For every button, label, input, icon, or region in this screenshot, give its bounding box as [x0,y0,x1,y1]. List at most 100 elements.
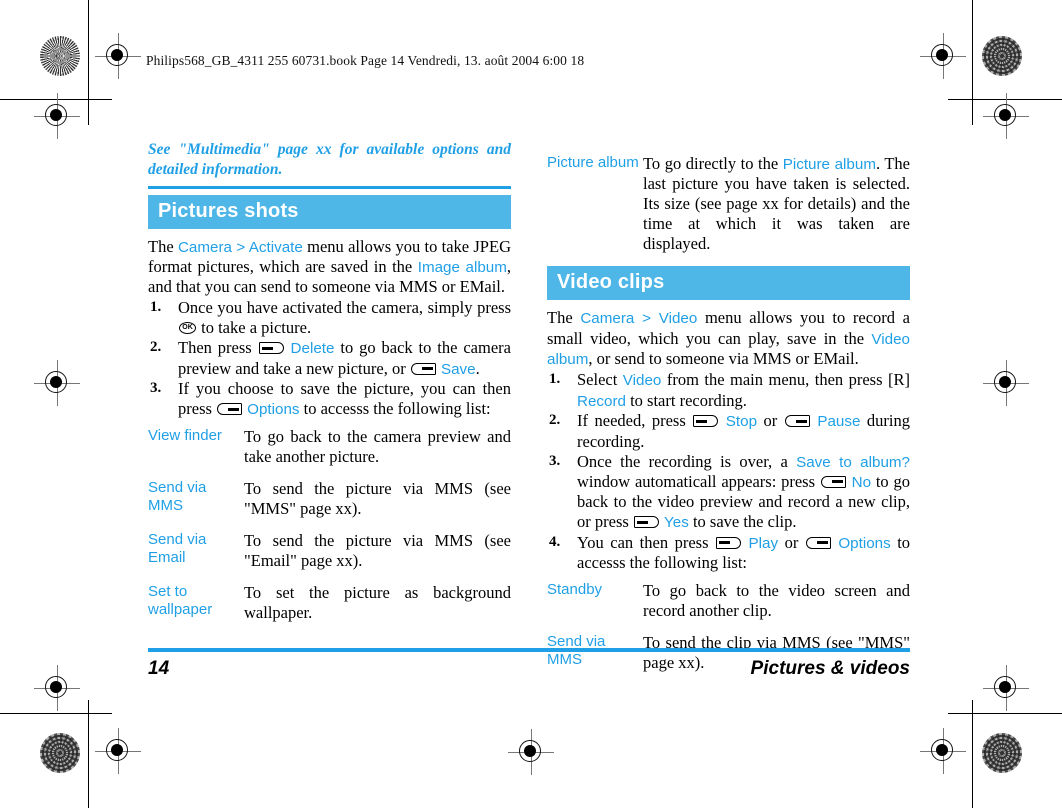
step-text-2: from the main menu, then press [R] [661,370,910,390]
registration-target-top-right [920,33,966,79]
multimedia-cross-reference-note: See "Multimedia" page xx for available o… [148,141,511,178]
pictures-options-table: View finder To go back to the camera pre… [148,427,511,635]
keyword-record: Record [577,392,626,410]
footer-chapter-title: Pictures & videos [750,657,910,679]
step-text-2: window automaticall appears: press [577,471,820,491]
registration-target-bottom-left [95,728,141,774]
step-number: 1. [549,371,561,388]
keyword-stop: Stop [725,413,758,431]
crop-line-left-outer [88,0,89,125]
step-text-4: to save the clip. [688,512,797,532]
softkey-left-icon [258,342,284,355]
option-name: View finder [148,427,222,445]
intro-text-part1: The [148,236,178,256]
keyword-picture-album: Picture album [782,156,876,173]
keyword-no: No [851,473,872,491]
step-text-2: or [757,411,784,431]
softkey-left-icon [716,536,741,549]
print-header-text: Philips568_GB_4311 255 60731.book Page 1… [146,53,585,68]
step-text-2: to accesss the following list: [299,399,491,419]
step-item: 4. You can then press Play or Options to … [547,533,910,573]
crop-line-left-outer-b [88,700,89,808]
intro-text-part3: , or send to someone via MMS or EMail. [588,348,859,368]
step-item: 3. If you choose to save the picture, you… [148,379,511,419]
step-text-2: to take a picture. [197,318,312,338]
softkey-left-icon [633,516,659,529]
registration-target-lower-left [34,665,80,711]
option-description: To send the picture via MMS (see "Email"… [244,531,511,571]
keyword-camera: Camera [580,310,635,328]
option-description: To go back to the video screen and recor… [643,580,910,620]
registration-target-center-left [34,360,80,406]
pictures-shots-steps: 1. Once you have activated the camera, si… [148,298,511,419]
intro-note-divider [148,185,511,189]
section-header-video-clips: Video clips [547,266,910,301]
keyword-video: Video [658,310,698,328]
option-description: To go back to the camera preview and tak… [244,427,511,467]
print-rosette-bottom-right [982,733,1022,773]
keyword-yes: Yes [664,514,689,532]
print-rosette-top-left [40,36,80,76]
registration-target-bottom-center [508,729,554,775]
step-item: 1. Once you have activated the camera, si… [148,298,511,338]
option-name: Send via Email [148,531,207,566]
step-text-3: . [475,358,480,378]
footer-divider [148,648,910,652]
softkey-right-icon [805,536,831,549]
table-row: Picture album To go directly to the Pict… [547,154,910,266]
keyword-play: Play [748,534,779,552]
option-desc-part1: To go directly to the [643,154,783,173]
step-text-1: If needed, press [577,411,693,431]
step-text-1: Then press [178,338,258,358]
keyword-camera: Camera [177,238,232,256]
option-description: To go directly to the Picture album. The… [643,154,910,266]
option-name: Send via MMS [148,479,207,515]
table-row: Set to wallpaper To set the picture as b… [148,583,511,635]
step-number: 2. [549,412,561,429]
ok-key-icon: OK [179,322,196,335]
left-column: See "Multimedia" page xx for available o… [148,140,511,685]
table-row: Send via Email To send the picture via M… [148,531,511,583]
registration-target-lower-right [983,665,1029,711]
registration-target-mid-right [983,93,1029,139]
option-description: To send the picture via MMS (see "MMS" p… [244,479,511,519]
keyword-pause: Pause [817,413,861,431]
step-text-1: Once the recording is over, a [577,451,797,471]
step-number: 3. [549,452,561,469]
crop-line-right-outer [972,0,973,125]
step-item: 1. Select Video from the main menu, then … [547,370,910,411]
keyword-image-album: Image album [417,259,507,277]
registration-target-top-left [95,33,141,79]
step-item: 2. Then press Delete to go back to the ca… [148,338,511,379]
footer-page-number: 14 [148,657,170,679]
intro-text-part1: The [547,308,581,328]
option-name: Standby [547,580,603,598]
print-rosette-top-right [982,36,1022,76]
video-clips-steps: 1. Select Video from the main menu, then … [547,370,910,573]
keyword-options: Options [838,534,891,552]
step-number: 2. [150,339,162,356]
step-text-1: Once you have activated the camera, simp… [178,298,511,318]
step-number: 1. [150,299,162,316]
pictures-shots-intro-paragraph: The Camera > Activate menu allows you to… [148,237,511,298]
right-column: Picture album To go directly to the Pict… [547,140,910,685]
crop-line-bottom-right [948,713,1062,714]
step-text-1: You can then press [577,532,715,552]
step-text-1: Select [577,370,623,390]
step-item: 3. Once the recording is over, a Save to … [547,452,910,533]
step-text-3: to start recording. [625,390,747,410]
step-text-2: or [778,532,805,552]
picture-album-option-table: Picture album To go directly to the Pict… [547,154,910,266]
print-rosette-bottom-left [40,733,80,773]
keyword-separator: > [231,238,249,256]
section-header-pictures-shots: Pictures shots [148,194,511,229]
registration-target-bottom-right [920,728,966,774]
softkey-right-icon [217,403,243,416]
video-clips-intro-paragraph: The Camera > Video menu allows you to re… [547,308,910,369]
keyword-video: Video [622,372,662,390]
option-name: Set to wallpaper [148,583,213,618]
softkey-left-icon [693,415,719,428]
table-row: View finder To go back to the camera pre… [148,427,511,479]
crop-line-bottom-left [0,713,112,714]
page-footer: 14 Pictures & videos [148,648,910,680]
